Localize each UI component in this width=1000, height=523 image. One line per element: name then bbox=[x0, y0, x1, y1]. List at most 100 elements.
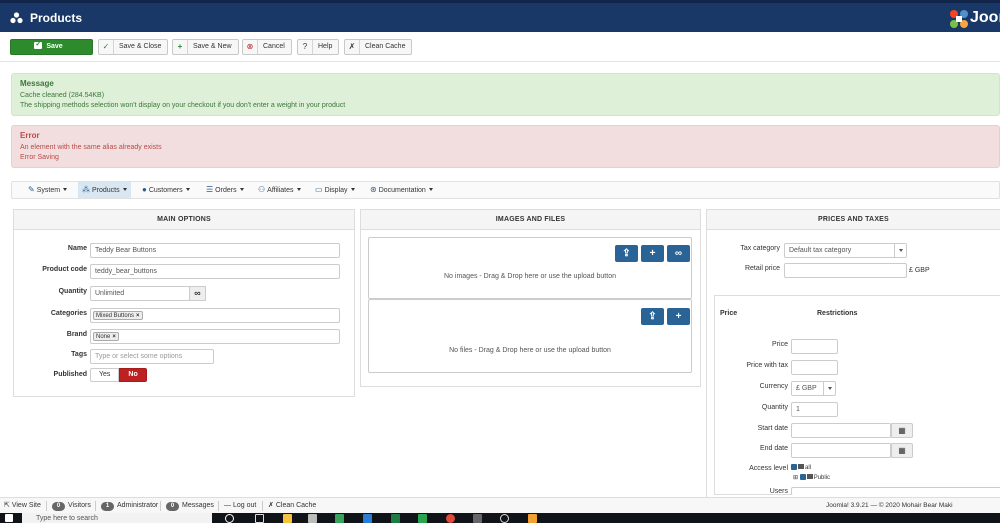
checkbox-icon[interactable] bbox=[799, 474, 806, 480]
product-code-input[interactable]: teddy_bear_buttons bbox=[90, 264, 340, 279]
app-icon[interactable] bbox=[528, 514, 537, 523]
menu-products[interactable]: ⁂ Products bbox=[78, 182, 131, 198]
tags-label: Tags bbox=[71, 351, 87, 358]
administrator-item[interactable]: 1 Administrator bbox=[101, 501, 158, 511]
folder-icon bbox=[806, 474, 813, 479]
cortana-icon[interactable] bbox=[225, 514, 234, 523]
clean-cache-link[interactable]: ✗ Clean Cache bbox=[268, 501, 316, 511]
message-title: Message bbox=[20, 79, 54, 88]
help-button[interactable]: ? Help bbox=[297, 39, 340, 55]
remove-tag-icon[interactable]: × bbox=[136, 313, 140, 319]
menu-system[interactable]: ✎ System bbox=[24, 182, 71, 198]
upload-image-icon[interactable]: ⇪ bbox=[615, 245, 638, 262]
task-view-icon[interactable] bbox=[255, 514, 264, 523]
tax-category-value: Default tax category bbox=[789, 247, 852, 254]
quantity-label: Quantity bbox=[761, 404, 788, 411]
lifebuoy-icon: ⊛ bbox=[370, 185, 377, 194]
error-line: An element with the same alias already e… bbox=[20, 144, 162, 151]
price-column-header: Price bbox=[720, 310, 738, 317]
panel-heading: PRICES AND TAXES bbox=[707, 210, 1000, 230]
category-tag-label: Mixed Buttons bbox=[96, 313, 135, 319]
checkbox-icon[interactable] bbox=[791, 464, 797, 470]
menu-customers-label: Customers bbox=[148, 187, 183, 194]
plus-icon: + bbox=[173, 40, 188, 54]
menu-documentation[interactable]: ⊛ Documentation bbox=[366, 182, 437, 198]
divider bbox=[218, 501, 219, 511]
add-file-icon[interactable]: + bbox=[667, 308, 690, 325]
caret-down-icon bbox=[428, 188, 433, 191]
file-explorer-icon[interactable] bbox=[283, 514, 292, 523]
quantity-input[interactable]: Unlimited bbox=[90, 286, 190, 301]
panel-heading: IMAGES AND FILES bbox=[361, 210, 700, 230]
save-new-button[interactable]: + Save & New bbox=[172, 39, 239, 55]
access-all-item[interactable]: all bbox=[791, 464, 811, 471]
monitor-icon: ▭ bbox=[315, 185, 323, 194]
currency-select[interactable]: £ GBP bbox=[791, 381, 836, 396]
price-with-tax-input[interactable] bbox=[791, 360, 838, 375]
view-site-label: View Site bbox=[11, 502, 41, 509]
tax-category-select[interactable]: Default tax category bbox=[784, 243, 907, 258]
retail-price-input[interactable] bbox=[784, 263, 907, 278]
expand-icon[interactable]: ⊞ bbox=[793, 475, 798, 481]
component-menu: ✎ System ⁂ Products ● Customers ☰ Orders ⚇ Af… bbox=[11, 181, 1000, 199]
brand-input[interactable]: None × bbox=[90, 329, 340, 344]
categories-input[interactable]: Mixed Buttons × bbox=[90, 308, 340, 323]
upload-file-icon[interactable]: ⇪ bbox=[641, 308, 664, 325]
end-date-input[interactable] bbox=[791, 443, 891, 458]
word-icon[interactable] bbox=[363, 514, 372, 523]
quantity-input[interactable]: 1 bbox=[791, 402, 838, 417]
add-image-icon[interactable]: + bbox=[641, 245, 664, 262]
calendar-icon[interactable]: ▦ bbox=[891, 423, 913, 438]
minus-icon: — bbox=[224, 502, 231, 509]
user-icon: ● bbox=[142, 185, 147, 194]
start-date-input[interactable] bbox=[791, 423, 891, 438]
messages-item[interactable]: 0 Messages bbox=[166, 501, 214, 511]
active-window-icon[interactable] bbox=[473, 514, 482, 523]
broom-icon: ✗ bbox=[345, 40, 360, 54]
category-tag: Mixed Buttons × bbox=[93, 311, 143, 320]
version-text: Joomla! 3.9.21 — © 2020 Mohair Bear Maki bbox=[826, 502, 953, 509]
name-input[interactable]: Teddy Bear Buttons bbox=[90, 243, 340, 258]
administrator-label: Administrator bbox=[117, 502, 159, 509]
admin-header: Products Joomla! bbox=[0, 0, 1000, 32]
logout-link[interactable]: — Log out bbox=[224, 501, 256, 511]
save-button[interactable]: Save bbox=[10, 38, 93, 55]
publisher-icon[interactable] bbox=[418, 514, 427, 523]
app-icon[interactable] bbox=[335, 514, 344, 523]
access-public-item[interactable]: ⊞ Public bbox=[793, 474, 830, 481]
excel-icon[interactable] bbox=[391, 514, 400, 523]
files-dropzone[interactable]: ⇪ + No files - Drag & Drop here or use t… bbox=[368, 299, 692, 373]
view-site-link[interactable]: ⇱ View Site bbox=[4, 501, 41, 511]
calendar-icon[interactable]: ▦ bbox=[891, 443, 913, 458]
save-close-button[interactable]: ✓ Save & Close bbox=[98, 39, 169, 55]
published-yes-button[interactable]: Yes bbox=[90, 368, 120, 382]
link-image-icon[interactable]: ∞ bbox=[667, 245, 690, 262]
tags-input[interactable]: Type or select some options bbox=[90, 349, 214, 364]
joomla-logo-icon[interactable] bbox=[948, 8, 970, 30]
visitors-item[interactable]: 0 Visitors bbox=[52, 501, 91, 511]
images-dropzone[interactable]: ⇪ + ∞ No images - Drag & Drop here or us… bbox=[368, 237, 692, 299]
published-no-button[interactable]: No bbox=[119, 368, 147, 382]
menu-customers[interactable]: ● Customers bbox=[138, 182, 194, 198]
chevron-down-icon bbox=[823, 382, 835, 395]
chrome-icon[interactable] bbox=[446, 514, 455, 523]
price-with-tax-label: Price with tax bbox=[746, 362, 788, 369]
menu-display[interactable]: ▭ Display bbox=[311, 182, 359, 198]
clean-cache-button[interactable]: ✗ Clean Cache bbox=[344, 39, 413, 55]
price-input[interactable] bbox=[791, 339, 838, 354]
cancel-button[interactable]: ⊗ Cancel bbox=[242, 39, 292, 55]
users-input[interactable] bbox=[791, 487, 1000, 495]
wrench-icon: ✎ bbox=[28, 185, 35, 194]
app-icon[interactable] bbox=[500, 514, 509, 523]
chevron-down-icon bbox=[894, 244, 906, 257]
menu-orders[interactable]: ☰ Orders bbox=[202, 182, 248, 198]
infinity-button[interactable]: ∞ bbox=[189, 286, 206, 301]
windows-start-icon[interactable] bbox=[5, 514, 13, 522]
taskbar-search-input[interactable]: Type here to search bbox=[22, 513, 212, 523]
admin-count-badge: 1 bbox=[101, 502, 114, 511]
error-line: Error Saving bbox=[20, 154, 59, 161]
store-icon[interactable] bbox=[308, 514, 317, 523]
remove-tag-icon[interactable]: × bbox=[112, 334, 116, 340]
users-icon: ⚇ bbox=[258, 185, 266, 194]
menu-affiliates[interactable]: ⚇ Affiliates bbox=[254, 182, 305, 198]
